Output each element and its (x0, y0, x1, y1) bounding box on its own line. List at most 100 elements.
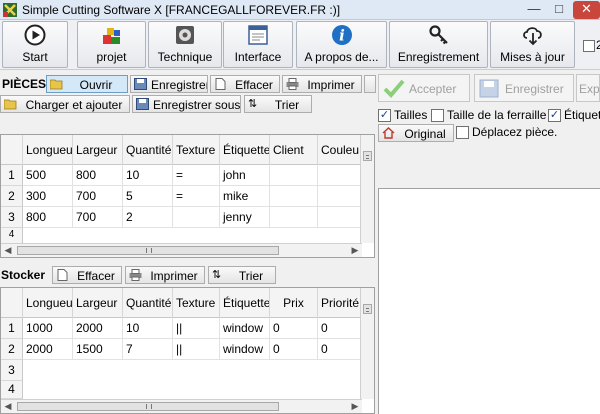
stock-horizontal-scrollbar[interactable]: ◀ ▶ (1, 399, 362, 413)
project-button[interactable]: projet (77, 21, 146, 68)
column-header[interactable]: Texture (173, 135, 220, 165)
table-row[interactable]: 1 500 800 10 = john (1, 165, 362, 186)
scroll-right-icon[interactable]: ▶ (348, 400, 362, 413)
column-header[interactable]: Quantité (123, 288, 173, 318)
table-cell[interactable] (318, 165, 362, 186)
table-cell[interactable]: 2000 (23, 339, 73, 360)
table-row[interactable]: 2 300 700 5 = mike (1, 186, 362, 207)
save-pieces-button[interactable]: Enregistrer (130, 75, 208, 93)
table-cell[interactable]: jenny (220, 207, 270, 228)
table-cell[interactable]: 0 (270, 318, 318, 339)
row-number[interactable]: 1 (1, 318, 23, 339)
table-cell[interactable]: 10 (123, 318, 173, 339)
open-button[interactable]: Ouvrir (46, 75, 128, 93)
table-cell[interactable]: || (173, 339, 220, 360)
table-cell[interactable]: 0 (318, 318, 362, 339)
column-header[interactable]: Étiquette (220, 288, 270, 318)
table-cell[interactable]: = (173, 165, 220, 186)
table-row[interactable]: 4 (1, 381, 360, 399)
table-cell[interactable]: 800 (23, 207, 73, 228)
column-header[interactable]: Largeur (73, 288, 123, 318)
column-header[interactable]: Longueur (23, 288, 73, 318)
table-cell[interactable]: 800 (73, 165, 123, 186)
save-as-button[interactable]: Enregistrer sous (132, 95, 241, 113)
table-cell[interactable]: 500 (23, 165, 73, 186)
table-cell[interactable] (270, 165, 318, 186)
table-cell[interactable] (270, 186, 318, 207)
column-header[interactable]: Priorité (318, 288, 362, 318)
cutting-preview-canvas[interactable] (378, 188, 600, 414)
table-row[interactable]: 1 1000 2000 10 || window 0 0 (1, 318, 362, 339)
print-pieces-button[interactable]: Imprimer (282, 75, 362, 93)
column-header[interactable]: Quantité (123, 135, 173, 165)
table-row[interactable]: 2 2000 1500 7 || window 0 0 (1, 339, 362, 360)
original-button[interactable]: Original (378, 124, 454, 142)
accept-button[interactable]: Accepter (378, 74, 470, 102)
sizes-checkbox[interactable]: ✓ (378, 109, 391, 122)
row-number[interactable]: 2 (1, 186, 23, 207)
table-cell[interactable]: 2000 (73, 318, 123, 339)
column-header[interactable]: Longueur (23, 135, 73, 165)
print-stock-button[interactable]: Imprimer (125, 266, 205, 284)
scroll-thumb[interactable] (363, 151, 372, 161)
row-number[interactable]: 1 (1, 165, 23, 186)
table-cell[interactable]: 0 (318, 339, 362, 360)
interface-button[interactable]: Interface (223, 21, 293, 68)
technique-button[interactable]: Technique (148, 21, 222, 68)
export-button[interactable]: Expo (576, 74, 600, 102)
table-cell[interactable] (270, 207, 318, 228)
table-cell[interactable]: 700 (73, 207, 123, 228)
maximize-button[interactable]: □ (548, 1, 570, 19)
table-cell[interactable]: 0 (270, 339, 318, 360)
table-cell[interactable]: john (220, 165, 270, 186)
pieces-vertical-scrollbar[interactable] (360, 135, 374, 243)
row-number[interactable]: 3 (1, 207, 23, 228)
save-result-button[interactable]: Enregistrer (474, 74, 574, 102)
column-header[interactable]: Étiquette (220, 135, 270, 165)
table-cell[interactable]: 10 (123, 165, 173, 186)
scroll-right-icon[interactable]: ▶ (348, 244, 362, 257)
registration-button[interactable]: Enregistrement (389, 21, 488, 68)
updates-button[interactable]: Mises à jour (490, 21, 575, 68)
column-header[interactable]: Prix (270, 288, 318, 318)
table-cell[interactable]: window (220, 339, 270, 360)
table-cell[interactable] (173, 207, 220, 228)
overflow-button[interactable] (364, 75, 376, 93)
start-button[interactable]: Start (2, 21, 68, 68)
scroll-thumb[interactable] (363, 304, 372, 314)
scroll-left-icon[interactable]: ◀ (1, 244, 15, 257)
close-button[interactable]: ✕ (573, 1, 600, 19)
table-cell[interactable]: = (173, 186, 220, 207)
column-header[interactable]: Client (270, 135, 318, 165)
toolbar-checkbox[interactable] (583, 40, 595, 52)
move-piece-checkbox[interactable] (456, 126, 469, 139)
table-cell[interactable]: 1500 (73, 339, 123, 360)
column-header[interactable]: Largeur (73, 135, 123, 165)
table-row[interactable]: 4 (1, 228, 360, 244)
about-button[interactable]: i A propos de... (296, 21, 387, 68)
table-cell[interactable]: mike (220, 186, 270, 207)
load-add-button[interactable]: Charger et ajouter (0, 95, 130, 113)
stock-vertical-scrollbar[interactable] (360, 288, 374, 399)
row-number[interactable]: 2 (1, 339, 23, 360)
table-cell[interactable]: 7 (123, 339, 173, 360)
table-cell[interactable] (318, 186, 362, 207)
table-cell[interactable]: 700 (73, 186, 123, 207)
column-header[interactable]: Couleu (318, 135, 362, 165)
pieces-horizontal-scrollbar[interactable]: ◀ ▶ (1, 243, 362, 257)
scroll-left-icon[interactable]: ◀ (1, 400, 15, 413)
row-number[interactable]: 4 (1, 228, 23, 244)
row-number[interactable]: 3 (1, 360, 23, 381)
table-cell[interactable]: window (220, 318, 270, 339)
column-header[interactable]: Texture (173, 288, 220, 318)
table-cell[interactable] (318, 207, 362, 228)
scroll-thumb[interactable] (17, 246, 279, 255)
table-cell[interactable]: 5 (123, 186, 173, 207)
sort-stock-button[interactable]: ⇅ Trier (208, 266, 276, 284)
table-cell[interactable]: 1000 (23, 318, 73, 339)
row-number[interactable]: 4 (1, 381, 23, 399)
scroll-thumb[interactable] (17, 402, 279, 411)
table-row[interactable]: 3 800 700 2 jenny (1, 207, 362, 228)
clear-stock-button[interactable]: Effacer (52, 266, 122, 284)
clear-pieces-button[interactable]: Effacer (210, 75, 280, 93)
